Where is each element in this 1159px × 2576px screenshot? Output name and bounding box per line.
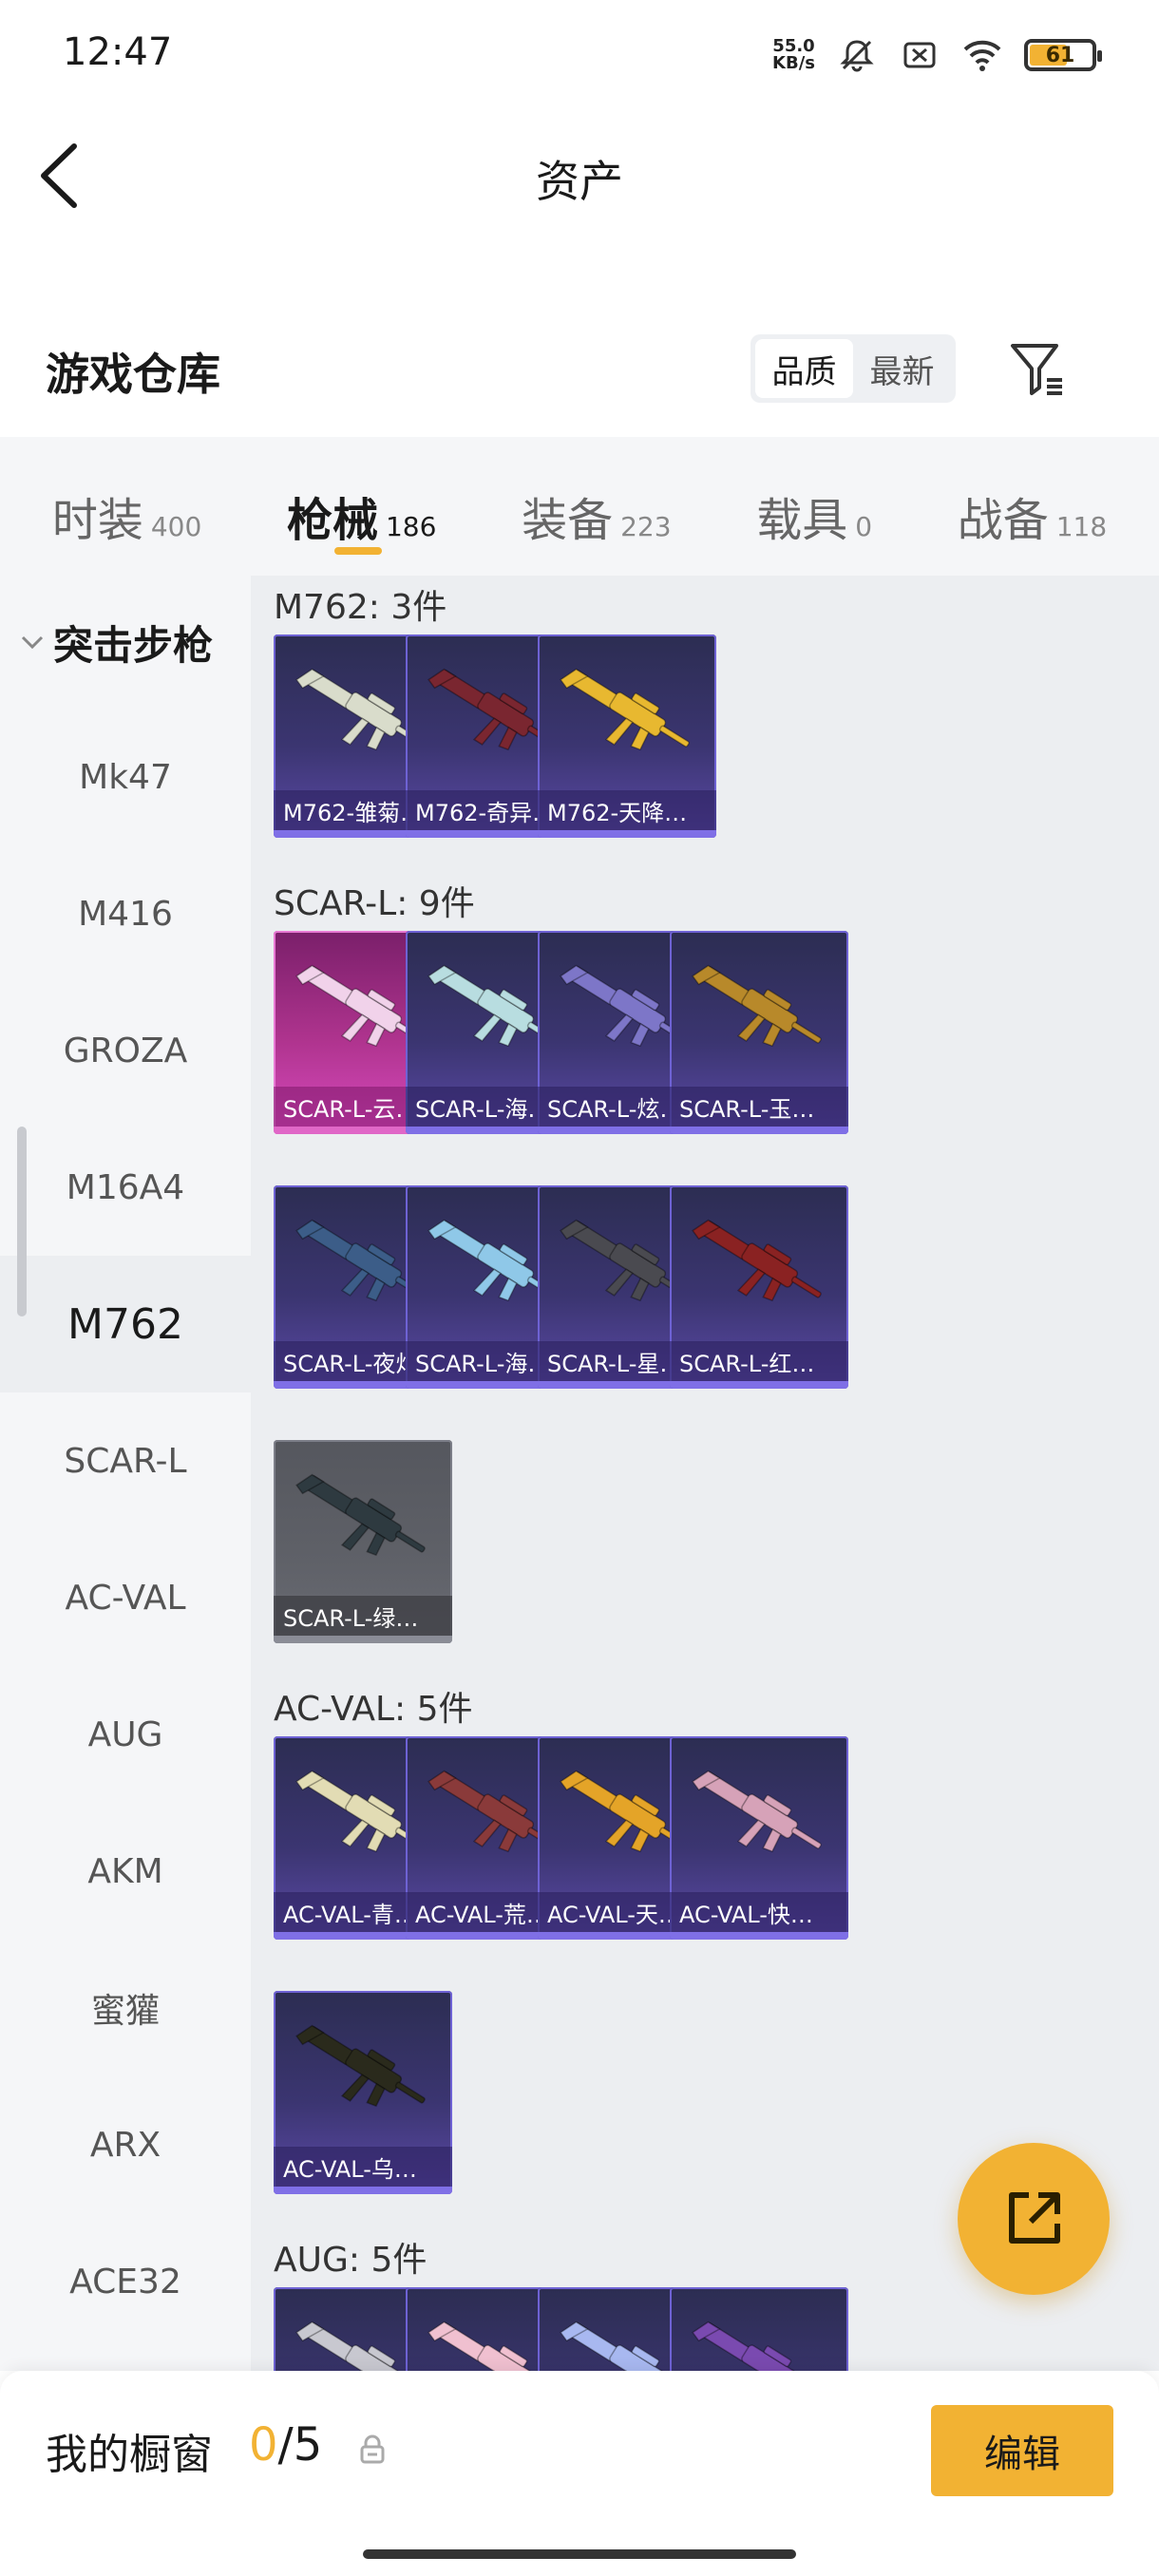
network-speed: 55.0 KB/s [772, 38, 815, 72]
sidebar-item[interactable]: ACE32 [0, 2213, 251, 2350]
tab-label: 枪械 [286, 494, 378, 547]
group-title: M762: 3件 [274, 588, 447, 627]
sidebar-item[interactable]: AUG [0, 1666, 251, 1803]
weapon-card[interactable]: AC-VAL-乌… [274, 1991, 452, 2194]
sort-newest-option[interactable]: 最新 [853, 339, 951, 398]
tab-count: 400 [150, 511, 202, 542]
lock-icon [360, 2434, 385, 2464]
tab-count: 118 [1055, 511, 1108, 542]
rifle-icon [295, 2024, 426, 2108]
sidebar-category-assault-rifles[interactable]: 突击步枪 [0, 576, 251, 709]
network-speed-unit: KB/s [772, 53, 815, 73]
rarity-stripe [538, 830, 716, 838]
tab-firearms[interactable]: 枪械 186 [286, 464, 437, 555]
category-tabs: 时装 400 枪械 186 装备 223 载具 0 战备 118 [0, 437, 1159, 576]
rarity-stripe [670, 1932, 848, 1940]
sidebar-item[interactable]: M16A4 [0, 1119, 251, 1256]
rarity-stripe [670, 1127, 848, 1134]
tab-vehicles[interactable]: 载具 0 [756, 464, 872, 549]
tab-supplies[interactable]: 战备 118 [958, 464, 1107, 549]
showcase-label: 我的橱窗 [46, 2431, 213, 2479]
sidebar-item[interactable]: M416 [0, 845, 251, 982]
rarity-stripe [274, 1636, 452, 1643]
sidebar-item[interactable]: SCAR-L [0, 1392, 251, 1529]
battery-icon: 61 [1024, 39, 1102, 71]
rifle-icon [692, 1219, 822, 1302]
card-label: M762-天降… [538, 790, 716, 830]
weapon-card[interactable] [670, 2287, 848, 2371]
sidebar-list: Mk47 M416 GROZA M16A4 M762 SCAR-L AC-VAL AUG AKM… [0, 709, 251, 2350]
showcase-count: 0/5 [249, 2418, 322, 2472]
weapon-card[interactable]: M762-天降… [538, 635, 716, 838]
weapon-grid: M762: 3件 M762-雏菊… M762-奇异… M762-天降… SCAR-L: … [251, 576, 1159, 2371]
sidebar-item[interactable]: M762 [0, 1256, 251, 1392]
chevron-down-icon [21, 635, 44, 650]
home-indicator[interactable] [363, 2549, 796, 2559]
warehouse-title: 游戏仓库 [46, 349, 220, 400]
rifle-icon [692, 1770, 822, 1853]
mute-icon [836, 34, 878, 76]
filter-icon [1011, 344, 1062, 395]
sidebar-item[interactable]: ARX [0, 2076, 251, 2213]
status-bar: 12:47 55.0 KB/s 61 [0, 0, 1159, 104]
sidebar-item[interactable]: GROZA [0, 982, 251, 1119]
page-title: 资产 [536, 156, 623, 207]
rifle-icon [560, 668, 690, 751]
weapon-card[interactable]: SCAR-L-红… [670, 1185, 848, 1389]
tab-count: 186 [385, 511, 437, 542]
sim-off-icon [899, 34, 940, 76]
weapon-card[interactable]: SCAR-L-绿… [274, 1440, 452, 1643]
sidebar-item[interactable]: AKM [0, 1803, 251, 1940]
share-external-icon [1009, 2192, 1060, 2244]
sidebar-scrollbar[interactable] [17, 1127, 27, 1316]
showcase-current: 0 [249, 2418, 278, 2472]
weapon-card[interactable]: AC-VAL-快… [670, 1736, 848, 1940]
card-label: SCAR-L-红… [670, 1341, 848, 1381]
battery-percent: 61 [1045, 43, 1075, 67]
tab-fashion[interactable]: 时装 400 [52, 464, 201, 549]
sort-toggle: 品质 最新 [750, 334, 956, 403]
tab-count: 0 [855, 511, 873, 542]
rifle-icon [692, 964, 822, 1048]
card-label: SCAR-L-绿… [274, 1596, 452, 1636]
warehouse-bar: 游戏仓库 品质 最新 [0, 313, 1159, 427]
tab-equipment[interactable]: 装备 223 [522, 464, 671, 549]
showcase-max: 5 [293, 2418, 323, 2472]
group-title: AUG: 5件 [274, 2241, 428, 2280]
weapon-sidebar: 突击步枪 Mk47 M416 GROZA M16A4 M762 SCAR-L AC-VAL A… [0, 576, 251, 2371]
rarity-stripe [670, 1381, 848, 1389]
filter-button[interactable] [1007, 338, 1068, 399]
status-icons: 55.0 KB/s 61 [772, 28, 1102, 82]
card-label: AC-VAL-乌… [274, 2147, 452, 2187]
card-label: AC-VAL-快… [670, 1892, 848, 1932]
tab-label: 战备 [957, 494, 1049, 547]
sidebar-item[interactable]: 蜜獾 [0, 1940, 251, 2076]
showcase-separator: / [277, 2418, 294, 2472]
status-time: 12:47 [63, 30, 173, 74]
tab-count: 223 [620, 511, 672, 542]
rifle-icon [295, 1473, 426, 1557]
sidebar-item[interactable]: AC-VAL [0, 1529, 251, 1666]
edit-button[interactable]: 编辑 [931, 2405, 1113, 2496]
card-label: SCAR-L-玉… [670, 1087, 848, 1127]
group-title: SCAR-L: 9件 [274, 884, 475, 923]
group-title: AC-VAL: 5件 [274, 1690, 473, 1729]
tab-active-indicator [333, 547, 382, 555]
app-header: 资产 [0, 104, 1159, 247]
tab-label: 装备 [522, 494, 614, 547]
wifi-icon [961, 34, 1003, 76]
sidebar-category-label: 突击步枪 [53, 621, 214, 669]
showcase-bar: 我的橱窗 0/5 编辑 [0, 2371, 1159, 2576]
sidebar-item[interactable]: Mk47 [0, 709, 251, 845]
rifle-icon [692, 2320, 799, 2371]
tab-label: 时装 [51, 494, 143, 547]
weapon-card[interactable]: SCAR-L-玉… [670, 931, 848, 1134]
sort-quality-option[interactable]: 品质 [755, 339, 853, 398]
share-button[interactable] [958, 2143, 1110, 2295]
tab-label: 载具 [756, 494, 848, 547]
rarity-stripe [274, 2187, 452, 2194]
